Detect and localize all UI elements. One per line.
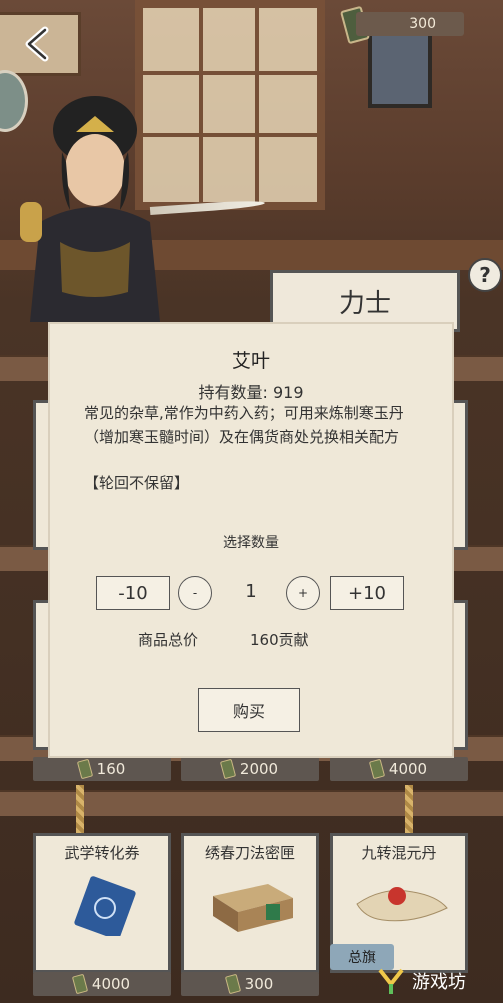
coin-icon	[76, 758, 93, 780]
hanging-rope	[76, 785, 84, 833]
owned-count: 持有数量: 919	[198, 383, 304, 402]
item-name: 武学转化券	[64, 844, 140, 862]
character-portrait	[20, 96, 160, 322]
price-tag: 300	[181, 972, 319, 996]
currency-display: 300	[356, 12, 464, 36]
price-value: 2000	[239, 760, 279, 778]
coin-icon	[219, 758, 237, 780]
item-title: 艾叶	[231, 350, 270, 372]
back-button[interactable]	[0, 12, 81, 76]
minus-ten-button[interactable]: -10	[96, 576, 170, 610]
watermark-logo-icon	[378, 968, 404, 994]
price-value: 160	[96, 760, 126, 778]
watermark-text: 游戏坊	[412, 971, 466, 993]
pill-icon	[356, 887, 448, 922]
price-tag: 160	[33, 757, 171, 781]
item-description: 常见的杂草,常作为中药入药；可用来炼制寒玉丹（增加寒玉髓时间）及在偶货商处兑换相…	[84, 404, 404, 446]
plus-button[interactable]: +	[286, 576, 320, 610]
reincarnation-note: 【轮回不保留】	[84, 474, 190, 492]
shop-item[interactable]: 绣春刀法密匣	[181, 833, 319, 973]
coin-icon	[368, 758, 386, 780]
coin-icon	[224, 973, 241, 995]
help-button[interactable]: ?	[468, 258, 502, 292]
buy-button[interactable]: 购买	[198, 688, 300, 732]
price-value: 4000	[91, 975, 131, 993]
price-tag: 2000	[181, 757, 319, 781]
box-icon	[213, 884, 293, 932]
voucher-icon	[74, 876, 136, 936]
price-value: 4000	[388, 760, 428, 778]
purchase-dialog: 艾叶 持有数量: 919 常见的杂草,常作为中药入药；可用来炼制寒玉丹（增加寒玉…	[50, 324, 452, 756]
hanging-rope	[405, 785, 413, 833]
total-price-value: 160贡献	[250, 631, 309, 649]
wall-painting	[368, 30, 432, 108]
coin-icon	[71, 973, 89, 995]
item-name: 九转混元丹	[361, 844, 437, 862]
plus-ten-button[interactable]: +10	[330, 576, 404, 610]
quantity-label: 选择数量	[223, 535, 279, 551]
price-tag: 4000	[33, 972, 171, 996]
price-value: 300	[244, 975, 274, 993]
item-name: 绣春刀法密匣	[204, 844, 295, 862]
total-price-label: 商品总价	[138, 631, 199, 649]
price-tag: 4000	[330, 757, 468, 781]
back-arrow-icon	[25, 26, 49, 62]
quantity-value: 1	[245, 581, 257, 602]
watermark: 游戏坊	[376, 958, 503, 1003]
shop-category-title: 力士	[270, 270, 460, 332]
shop-item[interactable]: 武学转化券	[33, 833, 171, 973]
minus-button[interactable]: -	[178, 576, 212, 610]
